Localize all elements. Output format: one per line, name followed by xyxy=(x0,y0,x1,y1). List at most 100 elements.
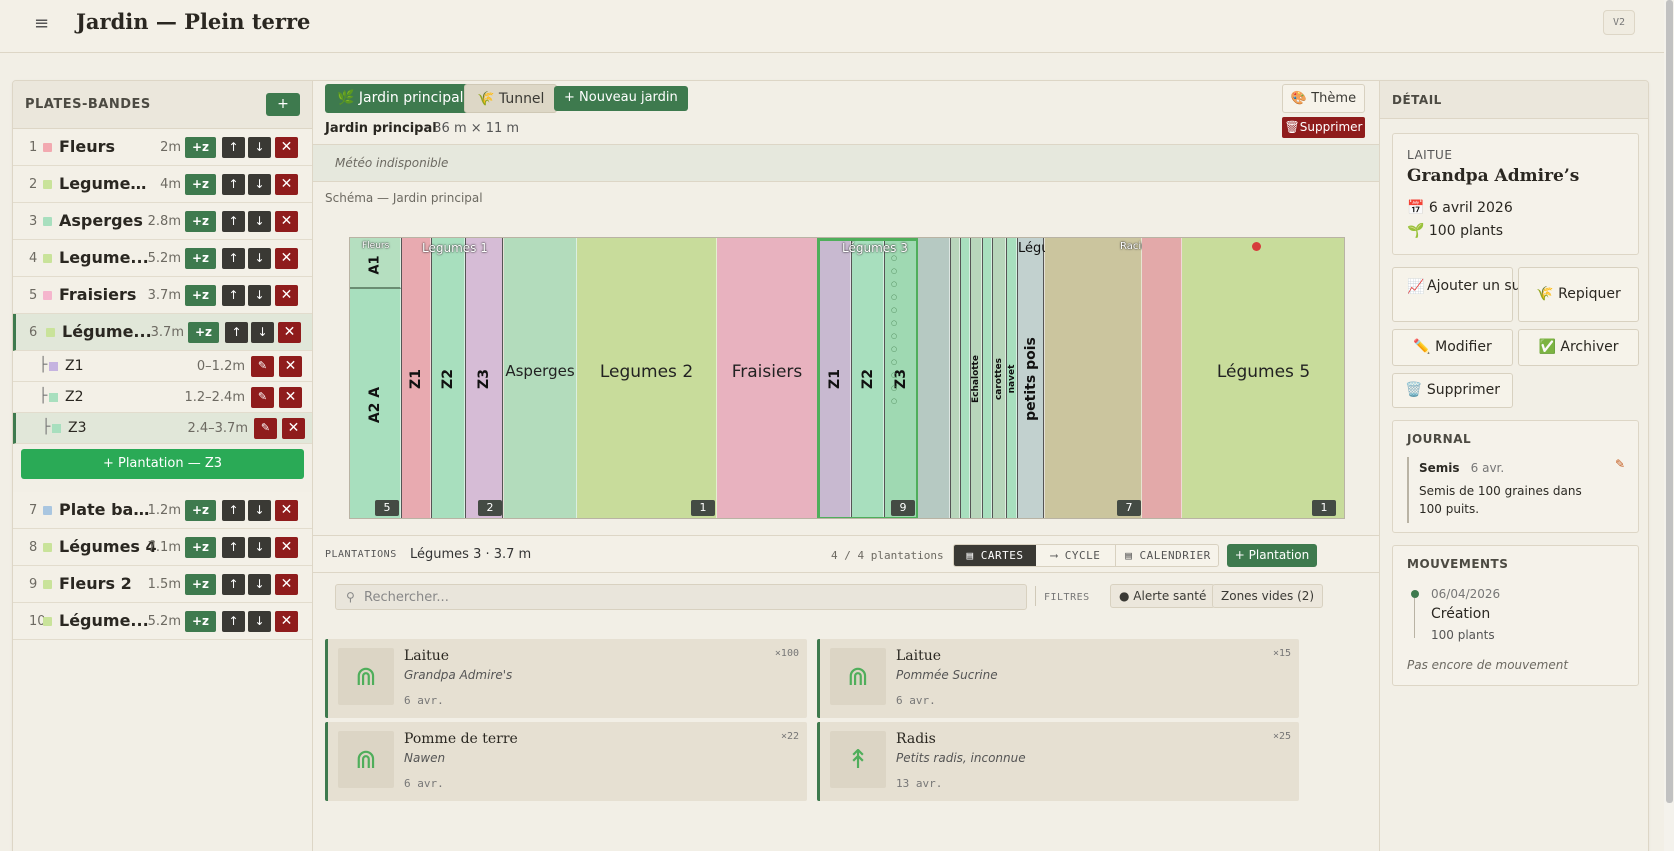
bed-fraisiers[interactable]: Fraisiers xyxy=(717,238,818,518)
bed-plate-bande-7[interactable] xyxy=(918,238,950,518)
move-up-button[interactable]: ↑ xyxy=(222,537,245,558)
add-plantation-button[interactable]: + Plantation xyxy=(1227,544,1317,567)
view-cycle-button[interactable]: ⟶ CYCLE xyxy=(1036,545,1116,566)
add-zone-button[interactable]: +z xyxy=(185,285,216,306)
bed-legumes4-strip[interactable] xyxy=(960,238,970,518)
filter-health-alert-chip[interactable]: ● Alerte santé xyxy=(1110,584,1216,608)
edit-zone-button[interactable]: ✎ xyxy=(254,418,277,439)
move-down-button[interactable]: ↓ xyxy=(251,322,274,343)
move-up-button[interactable]: ↑ xyxy=(222,574,245,595)
zone-row[interactable]: ├ Z1 0–1.2m ✎ ✕ xyxy=(13,351,312,382)
add-zone-button[interactable]: +z xyxy=(188,322,219,343)
add-zone-plantation-button[interactable]: + Plantation — Z3 xyxy=(21,449,304,479)
bed-row[interactable]: 6 Légume... 3.7m +z ↑ ↓ ✕ xyxy=(13,314,312,351)
version-badge[interactable]: V2 xyxy=(1603,10,1635,35)
add-zone-button[interactable]: +z xyxy=(185,611,216,632)
move-up-button[interactable]: ↑ xyxy=(222,285,245,306)
bed-legumes4-echalotte[interactable]: Echalotte xyxy=(970,238,982,518)
bed-legumes4-carottes[interactable]: carottes xyxy=(992,238,1006,518)
delete-zone-button[interactable]: ✕ xyxy=(279,356,302,377)
bed-row[interactable]: 7 Plate ba... 1.2m +z ↑ ↓ ✕ xyxy=(13,492,312,529)
move-down-button[interactable]: ↓ xyxy=(248,285,271,306)
bed-legumes4-strip[interactable] xyxy=(950,238,960,518)
move-down-button[interactable]: ↓ xyxy=(248,248,271,269)
search-input[interactable]: ⚲ Rechercher... xyxy=(335,584,1027,610)
delete-bed-button[interactable]: ✕ xyxy=(275,500,298,521)
bed-row[interactable]: 10 Légume... 5.2m +z ↑ ↓ ✕ xyxy=(13,603,312,640)
delete-zone-button[interactable]: ✕ xyxy=(279,387,302,408)
move-down-button[interactable]: ↓ xyxy=(248,211,271,232)
bed-legumes1-z3[interactable]: Z3 2 xyxy=(465,238,503,518)
move-down-button[interactable]: ↓ xyxy=(248,574,271,595)
bed-legumes2[interactable]: Legumes 2 1 xyxy=(577,238,717,518)
scrollbar-thumb[interactable] xyxy=(1666,0,1673,803)
new-garden-button[interactable]: + Nouveau jardin xyxy=(554,86,688,111)
bed-asperges[interactable]: Asperges xyxy=(504,238,577,518)
add-zone-button[interactable]: +z xyxy=(185,174,216,195)
plantation-card[interactable]: ⋒ Pomme de terre Nawen 6 avr. ×22 xyxy=(325,722,807,801)
tab-tunnel[interactable]: 🌾 Tunnel xyxy=(464,84,558,113)
plantation-card[interactable]: ↟ Radis Petits radis, inconnue 13 avr. ×25 xyxy=(817,722,1299,801)
move-up-button[interactable]: ↑ xyxy=(222,211,245,232)
bed-row[interactable]: 1 Fleurs 2m +z ↑ ↓ ✕ xyxy=(13,129,312,166)
bed-legumes5[interactable]: Légumes 5 1 xyxy=(1182,238,1344,518)
bed-fleurs-a1[interactable]: Fleurs A1 xyxy=(350,238,401,289)
move-up-button[interactable]: ↑ xyxy=(222,248,245,269)
move-up-button[interactable]: ↑ xyxy=(222,137,245,158)
menu-icon[interactable]: ≡ xyxy=(34,13,49,34)
delete-garden-button[interactable]: 🗑Supprimer xyxy=(1282,117,1365,138)
plantation-card[interactable]: ⋒ Laitue Pommée Sucrine 6 avr. ×15 xyxy=(817,639,1299,718)
add-zone-button[interactable]: +z xyxy=(185,137,216,158)
add-zone-button[interactable]: +z xyxy=(185,500,216,521)
zone-row[interactable]: ├ Z3 2.4–3.7m ✎ ✕ xyxy=(13,413,312,444)
filter-empty-zones-chip[interactable]: Zones vides (2) xyxy=(1212,584,1324,608)
view-cartes-button[interactable]: ▤ CARTES xyxy=(954,545,1036,566)
delete-bed-button[interactable]: ✕ xyxy=(275,537,298,558)
bed-row[interactable]: 9 Fleurs 2 1.5m +z ↑ ↓ ✕ xyxy=(13,566,312,603)
delete-bed-button[interactable]: ✕ xyxy=(275,285,298,306)
theme-button[interactable]: 🎨 Thème xyxy=(1282,84,1365,113)
bed-fleurs-a2[interactable]: A2 A 5 xyxy=(350,289,401,518)
delete-bed-button[interactable]: ✕ xyxy=(275,174,298,195)
bed-row[interactable]: 4 Legume... 5.2m +z ↑ ↓ ✕ xyxy=(13,240,312,277)
tab-jardin-principal[interactable]: 🌿 Jardin principal xyxy=(325,84,476,113)
add-bed-button[interactable]: + xyxy=(266,93,300,116)
bed-row[interactable]: 3 Asperges 2.8m +z ↑ ↓ ✕ xyxy=(13,203,312,240)
health-alert-marker[interactable] xyxy=(1252,242,1261,251)
move-down-button[interactable]: ↓ xyxy=(248,611,271,632)
bed-fleurs2[interactable] xyxy=(1142,238,1182,518)
bed-row[interactable]: 2 Legumes 1 4m +z ↑ ↓ ✕ xyxy=(13,166,312,203)
add-zone-button[interactable]: +z xyxy=(185,248,216,269)
delete-bed-button[interactable]: ✕ xyxy=(278,322,301,343)
add-zone-button[interactable]: +z xyxy=(185,574,216,595)
add-followup-button[interactable]: 📈 Ajouter un suivi xyxy=(1392,267,1537,322)
move-up-button[interactable]: ↑ xyxy=(222,611,245,632)
bed-legumes4-petits-pois[interactable]: petits pois xyxy=(1017,238,1044,518)
archiver-button[interactable]: ✅ Archiver xyxy=(1518,329,1639,366)
add-zone-button[interactable]: +z xyxy=(185,537,216,558)
bed-row[interactable]: 8 Légumes 4 7.1m +z ↑ ↓ ✕ xyxy=(13,529,312,566)
bed-legumes4-racines[interactable]: Racines 7 xyxy=(1045,238,1159,518)
bed-legumes1-z2[interactable]: Z2 xyxy=(431,238,465,518)
add-zone-button[interactable]: +z xyxy=(185,211,216,232)
move-down-button[interactable]: ↓ xyxy=(248,537,271,558)
delete-bed-button[interactable]: ✕ xyxy=(275,248,298,269)
modifier-button[interactable]: ✏️ Modifier xyxy=(1392,329,1513,366)
garden-schema[interactable]: Fleurs A1 A2 A 5 Z1 Z2 Z3 2 Legumes 1 As… xyxy=(349,237,1345,519)
delete-bed-button[interactable]: ✕ xyxy=(275,137,298,158)
repiquer-button[interactable]: 🌾 Repiquer xyxy=(1518,267,1639,322)
view-calendrier-button[interactable]: ▤ CALENDRIER xyxy=(1116,545,1218,566)
delete-bed-button[interactable]: ✕ xyxy=(275,574,298,595)
move-down-button[interactable]: ↓ xyxy=(248,137,271,158)
delete-zone-button[interactable]: ✕ xyxy=(282,418,305,439)
move-down-button[interactable]: ↓ xyxy=(248,500,271,521)
bed-row[interactable]: 5 Fraisiers 3.7m +z ↑ ↓ ✕ xyxy=(13,277,312,314)
delete-bed-button[interactable]: ✕ xyxy=(275,611,298,632)
supprimer-button[interactable]: 🗑️ Supprimer xyxy=(1392,373,1513,408)
move-down-button[interactable]: ↓ xyxy=(248,174,271,195)
move-up-button[interactable]: ↑ xyxy=(222,174,245,195)
bed-legumes4-navet[interactable]: navet xyxy=(1006,238,1017,518)
edit-journal-icon[interactable]: ✎ xyxy=(1615,457,1625,471)
zone-row[interactable]: ├ Z2 1.2–2.4m ✎ ✕ xyxy=(13,382,312,413)
delete-bed-button[interactable]: ✕ xyxy=(275,211,298,232)
